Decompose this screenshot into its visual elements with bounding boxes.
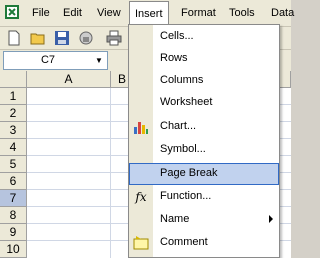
row-header[interactable]: 10 [0,241,27,258]
menu-item-symbol[interactable]: Symbol... [129,139,279,161]
name-box[interactable]: C7 ▼ [3,51,108,70]
row-header[interactable]: 5 [0,156,27,173]
name-box-value: C7 [40,54,56,66]
menu-file[interactable]: File [32,0,50,26]
submenu-arrow-icon [269,215,273,223]
menu-item-label: Name [160,213,190,225]
menu-item-page-break[interactable]: Page Break [129,163,279,185]
new-icon[interactable] [6,30,22,46]
menu-item-label: Page Break [160,167,218,179]
excel-app-icon[interactable] [4,4,20,20]
menu-tools[interactable]: Tools [229,0,255,26]
menu-item-label: Comment [160,236,208,248]
grid-line [110,88,111,258]
print-icon[interactable] [106,30,122,46]
row-header[interactable]: 9 [0,224,27,241]
permission-icon[interactable] [78,30,94,46]
menu-view[interactable]: View [97,0,121,26]
row-header[interactable]: 4 [0,139,27,156]
insert-menu: Cells... Rows Columns Worksheet Chart...… [128,24,280,258]
open-icon[interactable] [30,30,46,46]
column-header-a[interactable]: A [27,71,111,88]
menu-item-label: Cells... [160,30,194,42]
dropdown-arrow-icon[interactable]: ▼ [91,52,107,69]
row-header[interactable]: 2 [0,105,27,122]
menu-data[interactable]: Data [271,0,294,26]
menu-bar: File Edit View Insert Format Tools Data [0,0,294,27]
row-header[interactable]: 3 [0,122,27,139]
save-icon[interactable] [54,30,70,46]
menu-item-function[interactable]: fx Function... [129,186,279,208]
menu-item-rows[interactable]: Rows [129,48,279,70]
menu-item-label: Function... [160,190,212,202]
row-header[interactable]: 6 [0,173,27,190]
menu-item-worksheet[interactable]: Worksheet [129,92,279,114]
comment-icon [133,236,149,250]
menu-edit[interactable]: Edit [63,0,82,26]
menu-item-label: Chart... [160,120,197,132]
menu-format[interactable]: Format [181,0,216,26]
menu-item-cells[interactable]: Cells... [129,26,279,48]
menu-item-label: Columns [160,74,204,86]
row-header-selected[interactable]: 7 [0,190,27,207]
menu-item-label: Worksheet [160,96,213,108]
row-header[interactable]: 8 [0,207,27,224]
menu-item-label: Rows [160,52,188,64]
row-header[interactable]: 1 [0,88,27,105]
menu-item-comment[interactable]: Comment [129,232,279,254]
menu-item-chart[interactable]: Chart... [129,116,279,138]
menu-item-label: Symbol... [160,143,206,155]
menu-item-columns[interactable]: Columns [129,70,279,92]
menu-item-name[interactable]: Name [129,209,279,231]
select-all-corner[interactable] [0,71,27,88]
chart-icon [134,122,148,134]
function-icon: fx [135,190,147,204]
